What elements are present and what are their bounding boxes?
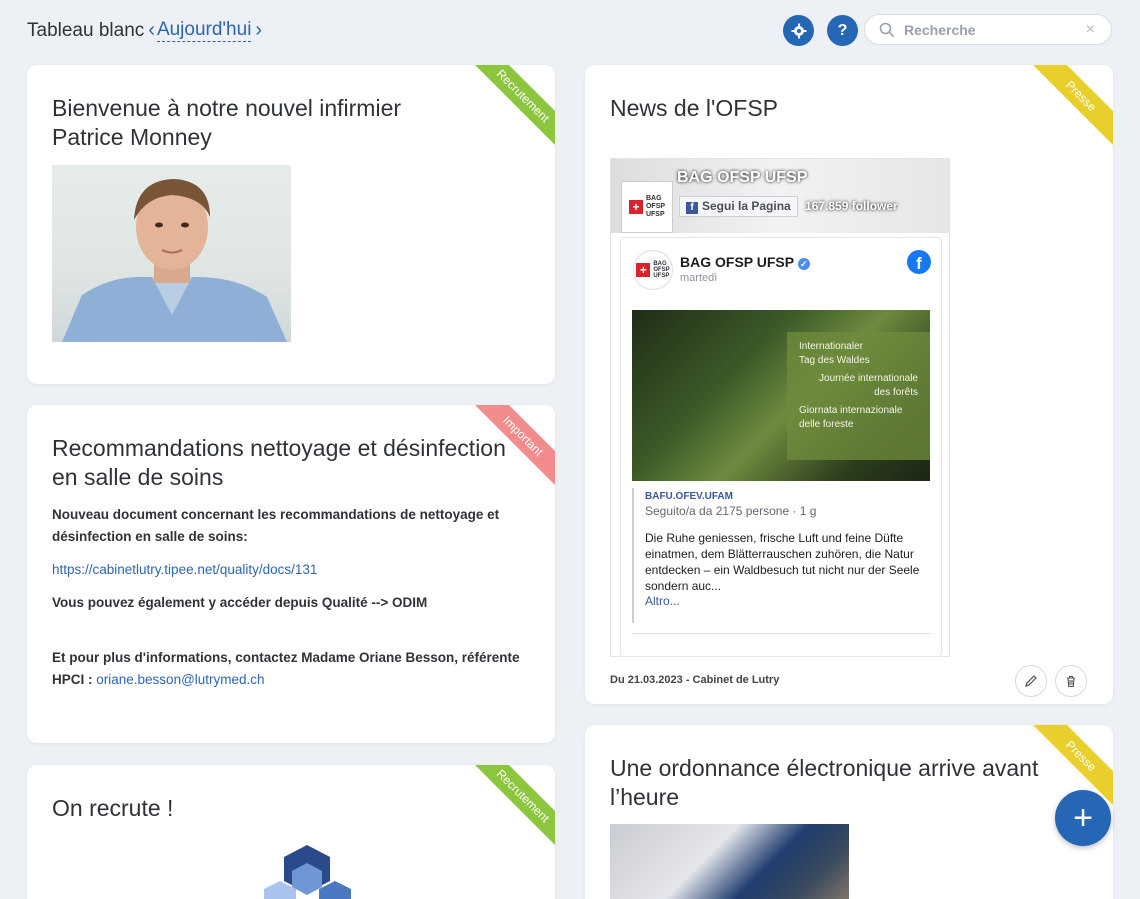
post-date[interactable]: martedì [680, 272, 717, 284]
shared-link[interactable]: BAFU.OFEV.UFAM Seguito/a da 2175 persone… [632, 488, 930, 623]
breadcrumb: Tableau blanc ‹ Aujourd'hui › [27, 19, 264, 42]
caption-line: des forêts [874, 387, 918, 398]
chevron-left-icon[interactable]: ‹ [148, 19, 155, 42]
facebook-post[interactable]: + BAG OFSP UFSP BAG OFSP UFSP ✓ martedì f… [620, 237, 942, 656]
pencil-icon [1025, 675, 1037, 687]
ofsp-logo: + BAG OFSP UFSP [621, 181, 673, 233]
recruitment-logo [264, 845, 351, 899]
card-paragraph: Nouveau document concernant les recomman… [52, 507, 500, 544]
card-title-line: en salle de soins [52, 464, 224, 490]
see-more-link[interactable]: Altro... [645, 594, 930, 608]
facebook-icon: f [686, 202, 698, 214]
caption-line: Tag des Waldes [799, 355, 870, 366]
forest-image[interactable]: Internationaler Tag des Waldes Journée i… [632, 310, 930, 481]
help-button[interactable]: ? [827, 15, 858, 46]
top-bar: Tableau blanc ‹ Aujourd'hui › ? Recherch… [0, 0, 1140, 60]
plus-icon: + [1073, 798, 1093, 837]
ordonnance-card[interactable]: Presse Une ordonnance électronique arriv… [585, 725, 1113, 899]
caption-line: delle foreste [799, 419, 854, 430]
image-caption: Internationaler Tag des Waldes Journée i… [787, 332, 930, 460]
logo-text: BAG OFSP UFSP [653, 261, 670, 279]
welcome-card[interactable]: Recrutement Bienvenue à notre nouvel inf… [27, 65, 555, 384]
card-title-line: Recommandations nettoyage et désinfectio… [52, 435, 506, 461]
post-author[interactable]: BAG OFSP UFSP ✓ [680, 254, 810, 270]
category-ribbon: Presse [1023, 65, 1113, 154]
today-link[interactable]: Aujourd'hui [156, 19, 252, 42]
trash-icon [1067, 675, 1075, 688]
settings-button[interactable] [783, 15, 814, 46]
followers-count: 167.859 follower [805, 199, 898, 213]
follow-page-button[interactable]: f Segui la Pagina [679, 196, 798, 217]
caption-line: Journée internationale [819, 373, 918, 384]
card-title-line: Bienvenue à notre nouvel infirmier [52, 95, 402, 121]
fb-page-name[interactable]: BAG OFSP UFSP [677, 169, 807, 187]
gear-icon [791, 23, 806, 38]
facebook-icon[interactable]: f [907, 250, 931, 274]
clear-search-icon[interactable]: × [1086, 21, 1095, 39]
recommandations-card[interactable]: Important Recommandations nettoyage et d… [27, 405, 555, 743]
recrute-card[interactable]: Recrutement On recrute ! [27, 765, 555, 899]
caption-line: Internationaler [799, 341, 863, 352]
facebook-cover: + BAG OFSP UFSP BAG OFSP UFSP f Segui la P… [611, 159, 949, 233]
post-avatar: + BAG OFSP UFSP [633, 250, 673, 290]
follow-label: Segui la Pagina [702, 199, 791, 213]
link-subtitle: Seguito/a da 2175 persone · 1 g [645, 504, 817, 518]
link-text: Die Ruhe geniessen, frische Luft und fei… [645, 531, 920, 593]
help-icon: ? [837, 21, 848, 39]
category-ribbon: Recrutement [465, 65, 555, 154]
document-link[interactable]: https://cabinetlutry.tipee.net/quality/d… [52, 562, 317, 577]
email-link[interactable]: oriane.besson@lutrymed.ch [96, 672, 264, 687]
search-box[interactable]: Recherche × [864, 14, 1112, 45]
card-title: On recrute ! [52, 795, 174, 821]
delete-button[interactable] [1055, 665, 1087, 697]
link-domain: BAFU.OFEV.UFAM [645, 491, 733, 502]
swiss-cross-icon: + [636, 263, 651, 277]
news-card[interactable]: Presse News de l'OFSP + BAG OFSP UFSP BAG… [585, 65, 1113, 704]
search-input[interactable]: Recherche [904, 22, 1086, 38]
post-author-name: BAG OFSP UFSP [680, 254, 794, 270]
prescription-image [610, 824, 849, 899]
card-title-line: Une ordonnance électronique arrive avant [610, 755, 1039, 781]
board-title: Tableau blanc [27, 19, 145, 41]
card-title: News de l'OFSP [610, 95, 778, 121]
chevron-right-icon[interactable]: › [255, 19, 262, 42]
contact-paragraph: Et pour plus d'informations, contactez M… [52, 647, 522, 691]
card-title-line: Patrice Monney [52, 124, 212, 150]
nurse-photo [52, 165, 291, 342]
logo-text: BAG OFSP UFSP [645, 195, 666, 218]
caption-line: Giornata internazionale [799, 405, 903, 416]
card-title-line: l’heure [610, 784, 680, 810]
edit-button[interactable] [1015, 665, 1047, 697]
person-portrait-image [62, 179, 287, 342]
facebook-widget[interactable]: + BAG OFSP UFSP BAG OFSP UFSP f Segui la P… [610, 158, 950, 657]
divider [632, 633, 930, 634]
card-title: Une ordonnance électronique arrive avant… [610, 754, 1038, 812]
category-ribbon: Recrutement [465, 765, 555, 854]
swiss-cross-icon: + [628, 200, 643, 214]
card-paragraph: Vous pouvez également y accéder depuis Q… [52, 595, 428, 610]
card-footer-meta: Du 21.03.2023 - Cabinet de Lutry [610, 674, 780, 686]
search-icon [879, 22, 895, 37]
card-title: Bienvenue à notre nouvel infirmier Patri… [52, 94, 401, 152]
verified-badge-icon: ✓ [797, 258, 810, 270]
add-post-button[interactable]: + [1055, 790, 1111, 846]
card-title: Recommandations nettoyage et désinfectio… [52, 434, 506, 492]
